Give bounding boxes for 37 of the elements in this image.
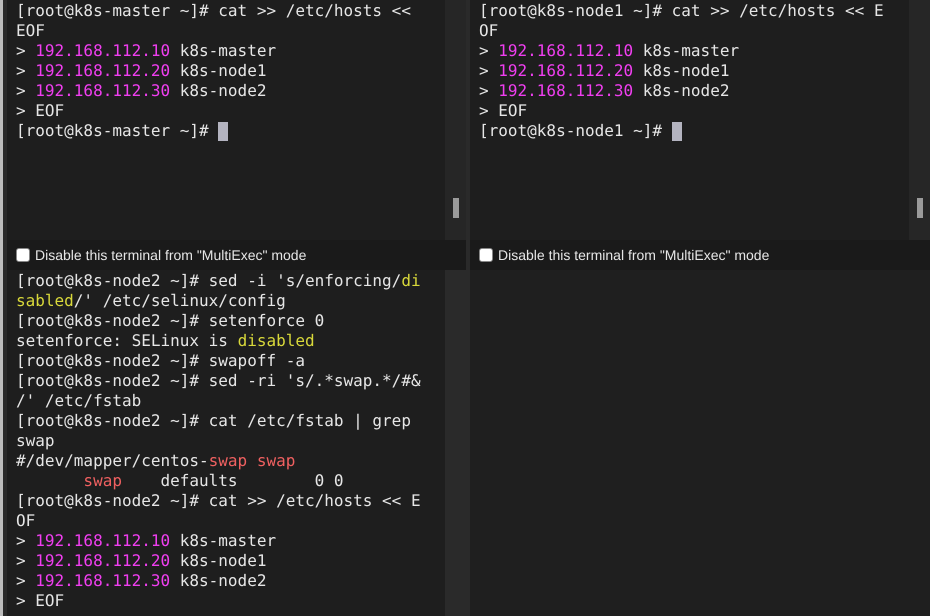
terminal-line: [root@k8s-node2 ~]# setenforce 0	[16, 311, 324, 331]
terminal-line: swap	[16, 431, 55, 451]
terminal-line: > 192.168.112.10 k8s-master	[16, 41, 276, 61]
terminal-line: [root@k8s-node2 ~]# swapoff -a	[16, 351, 305, 371]
terminal-line: [root@k8s-master ~]# cat >> /etc/hosts <<	[16, 1, 411, 21]
terminal-line: OF	[16, 511, 36, 531]
terminal-line: > 192.168.112.30 k8s-node2	[16, 571, 266, 591]
terminal-pane[interactable]: [root@k8s-master ~]# cat >> /etc/hosts << EOF > 192.168.112.10 k8s-master > 192.168.112.20 k8s-node1 > 192.168.112.30 k8s-node2 > EOF [root@k8s-master ~]#	[7, 0, 445, 240]
terminal-line: > 192.168.112.30 k8s-node2	[479, 81, 730, 101]
terminal-line: #/dev/mapper/centos-swap swap	[16, 451, 296, 471]
terminal-line: > 192.168.112.10 k8s-master	[479, 41, 740, 61]
terminal-line: [root@k8s-node2 ~]# cat /etc/fstab | grep	[16, 411, 411, 431]
terminal-line: EOF	[16, 21, 45, 41]
terminal-line: > 192.168.112.30 k8s-node2	[16, 81, 266, 101]
checkbox[interactable]	[479, 248, 493, 262]
terminal-line: [root@k8s-node1 ~]#	[479, 121, 664, 141]
terminal-line: /' /etc/fstab	[16, 391, 142, 411]
terminal-line: > EOF	[479, 101, 528, 121]
terminal-line: > 192.168.112.20 k8s-node1	[16, 61, 266, 81]
terminal-line: > EOF	[16, 101, 64, 121]
terminal-line: > 192.168.112.20 k8s-node1	[479, 61, 730, 81]
terminal-line: [root@k8s-node2 ~]# sed -i 's/enforcing/di	[16, 271, 421, 291]
terminal-line: setenforce: SELinux is disabled	[16, 331, 315, 351]
scrollbar-thumb[interactable]	[916, 198, 922, 218]
terminal-pane[interactable]: [root@k8s-node1 ~]# cat >> /etc/hosts << E OF > 192.168.112.10 k8s-master > 192.168.112.20 k8s-node1 > 192.168.112.30 k8s-node2 > EOF [root@k8s-node1 ~]#	[470, 0, 909, 240]
scrollbar-thumb[interactable]	[452, 198, 458, 218]
terminal-line: sabled/' /etc/selinux/config	[16, 291, 286, 311]
terminal-line: > EOF	[16, 591, 64, 611]
terminal-line: [root@k8s-node2 ~]# cat >> /etc/hosts << E	[16, 491, 421, 511]
terminal-line: > 192.168.112.20 k8s-node1	[16, 551, 266, 571]
terminal-line: > 192.168.112.10 k8s-master	[16, 531, 276, 551]
terminal-line: swap defaults 0 0	[82, 471, 344, 491]
terminal-line: [root@k8s-master ~]#	[16, 121, 210, 141]
terminal-line: [root@k8s-node1 ~]# cat >> /etc/hosts << E	[479, 1, 884, 21]
checkbox[interactable]	[16, 248, 30, 262]
terminal-line: OF	[479, 21, 498, 41]
terminal-line: [root@k8s-node2 ~]# sed -ri 's/.*swap.*/#&	[16, 371, 421, 391]
